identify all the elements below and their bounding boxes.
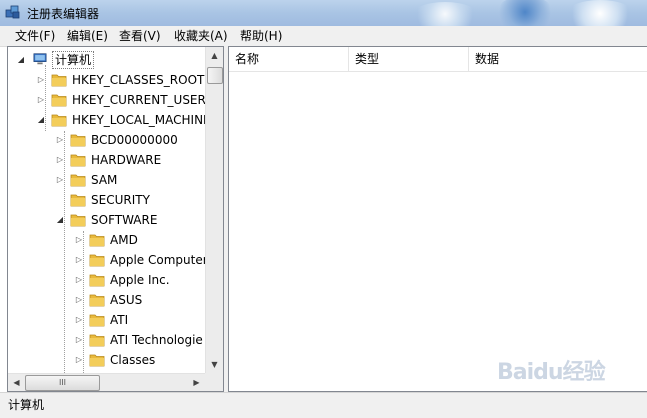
menu-help[interactable]: 帮助(H) xyxy=(240,28,282,44)
titlebar-glass-decoration xyxy=(495,0,555,26)
baidu-watermark: Baidu经验 xyxy=(497,352,637,388)
scroll-up-button[interactable]: ▲ xyxy=(206,47,223,64)
tree-item-label: Apple Inc. xyxy=(110,273,170,287)
status-path: 计算机 xyxy=(8,398,45,412)
tree-item-label: HKEY_CLASSES_ROOT xyxy=(72,73,205,87)
menu-file[interactable]: 文件(F) xyxy=(15,28,55,44)
folder-icon xyxy=(70,134,86,147)
folder-icon xyxy=(89,354,105,367)
tree-item-label: SOFTWARE xyxy=(91,213,158,227)
computer-icon xyxy=(33,53,47,65)
tree-item-hkey-current-user[interactable]: ▷ HKEY_CURRENT_USER xyxy=(8,90,206,110)
tree-vertical-scrollbar[interactable]: ▲ ▼ xyxy=(205,47,223,373)
expand-arrow-icon[interactable]: ▷ xyxy=(74,270,84,290)
collapse-arrow-icon[interactable]: ◢ xyxy=(55,210,65,230)
expand-arrow-icon[interactable]: ▷ xyxy=(74,330,84,350)
tree-item-ati-technologies[interactable]: ▷ ATI Technologie xyxy=(8,330,205,350)
expand-arrow-icon[interactable]: ▷ xyxy=(55,170,65,190)
tree-item-hkey-classes-root[interactable]: ▷ HKEY_CLASSES_ROOT xyxy=(8,70,205,90)
tree-item-hkey-local-machine[interactable]: ◢ HKEY_LOCAL_MACHINE xyxy=(8,110,211,130)
expand-arrow-icon[interactable]: ▷ xyxy=(74,230,84,250)
window-title: 注册表编辑器 xyxy=(27,7,100,21)
tree-item-computer[interactable]: ◢ 计算机 xyxy=(8,50,205,70)
tree-item-label: HKEY_CURRENT_USER xyxy=(72,93,206,107)
folder-icon xyxy=(70,194,86,207)
scroll-left-button[interactable]: ◀ xyxy=(8,374,25,391)
folder-icon xyxy=(89,274,105,287)
registry-tree[interactable]: ◢ 计算机 ▷ HKEY_CLASSES_ROOT ▷ HKEY_CURRENT… xyxy=(7,46,224,392)
regedit-icon[interactable] xyxy=(5,4,21,20)
tree-item-label: ASUS xyxy=(110,293,143,307)
menu-favorites[interactable]: 收藏夹(A) xyxy=(174,28,228,44)
folder-icon xyxy=(51,94,67,107)
folder-icon xyxy=(70,174,86,187)
menu-edit[interactable]: 编辑(E) xyxy=(67,28,108,44)
column-header-data[interactable]: 数据 xyxy=(469,47,647,71)
scroll-right-button[interactable]: ▶ xyxy=(188,374,205,391)
tree-item-apple-inc[interactable]: ▷ Apple Inc. xyxy=(8,270,205,290)
tree-item-label: 计算机 xyxy=(52,51,95,69)
tree-item-label: SAM xyxy=(91,173,118,187)
expand-arrow-icon[interactable]: ▷ xyxy=(36,70,46,90)
expand-arrow-icon[interactable]: ▷ xyxy=(74,250,84,270)
collapse-arrow-icon[interactable]: ◢ xyxy=(36,110,46,130)
expand-arrow-icon[interactable]: ▷ xyxy=(74,350,84,370)
tree-item-label: HKEY_LOCAL_MACHINE xyxy=(72,113,211,127)
tree-item-asus[interactable]: ▷ ASUS xyxy=(8,290,205,310)
titlebar-glass-decoration xyxy=(410,2,480,26)
tree-horizontal-scrollbar[interactable]: ◀ III ▶ xyxy=(8,373,205,391)
tree-item-apple-computer[interactable]: ▷ Apple Computer xyxy=(8,250,208,270)
tree-item-label: HARDWARE xyxy=(91,153,162,167)
menu-view[interactable]: 查看(V) xyxy=(119,28,161,44)
tree-item-hardware[interactable]: ▷ HARDWARE xyxy=(8,150,205,170)
tree-item-software[interactable]: ◢ SOFTWARE xyxy=(8,210,205,230)
folder-icon xyxy=(89,334,105,347)
expand-arrow-icon[interactable]: ▷ xyxy=(74,290,84,310)
collapse-arrow-icon[interactable]: ◢ xyxy=(16,50,26,70)
watermark-text: Baidu经验 xyxy=(497,360,606,385)
scroll-down-button[interactable]: ▼ xyxy=(206,356,223,373)
tree-item-label: Classes xyxy=(110,353,156,367)
folder-icon xyxy=(89,294,105,307)
expand-arrow-icon[interactable]: ▷ xyxy=(55,150,65,170)
tree-item-ati[interactable]: ▷ ATI xyxy=(8,310,205,330)
scroll-grip: III xyxy=(58,378,67,387)
menu-bar: 文件(F) 编辑(E) 查看(V) 收藏夹(A) 帮助(H) xyxy=(0,26,647,47)
scrollbar-corner xyxy=(205,373,223,391)
tree-item-label: SECURITY xyxy=(91,193,150,207)
titlebar-glass-decoration xyxy=(565,0,635,26)
folder-icon xyxy=(51,74,67,87)
folder-icon xyxy=(89,234,105,247)
column-header-type[interactable]: 类型 xyxy=(349,47,469,71)
tree-item-label: Apple Computer xyxy=(110,253,208,267)
tree-item-label: BCD00000000 xyxy=(91,133,178,147)
column-header-name[interactable]: 名称 xyxy=(229,47,349,71)
folder-icon xyxy=(89,254,105,267)
tree-item-label: AMD xyxy=(110,233,138,247)
tree-item-bcd[interactable]: ▷ BCD00000000 xyxy=(8,130,205,150)
tree-item-classes[interactable]: ▷ Classes xyxy=(8,350,205,370)
expand-arrow-icon[interactable]: ▷ xyxy=(55,130,65,150)
folder-icon xyxy=(51,114,67,127)
tree-item-label: ATI xyxy=(110,313,129,327)
values-list[interactable]: 名称 类型 数据 xyxy=(228,46,647,392)
scroll-thumb[interactable]: III xyxy=(25,375,100,391)
tree-item-amd[interactable]: ▷ AMD xyxy=(8,230,205,250)
folder-icon xyxy=(89,314,105,327)
tree-item-sam[interactable]: ▷ SAM xyxy=(8,170,205,190)
tree-item-security[interactable]: SECURITY xyxy=(8,190,205,210)
expand-arrow-icon[interactable]: ▷ xyxy=(74,310,84,330)
title-bar: 注册表编辑器 xyxy=(0,0,647,26)
status-bar: 计算机 xyxy=(0,392,647,418)
tree-item-label: ATI Technologie xyxy=(110,333,203,347)
scroll-thumb[interactable] xyxy=(207,67,223,84)
folder-icon xyxy=(70,214,86,227)
folder-icon xyxy=(70,154,86,167)
list-header: 名称 类型 数据 xyxy=(229,47,647,72)
expand-arrow-icon[interactable]: ▷ xyxy=(36,90,46,110)
